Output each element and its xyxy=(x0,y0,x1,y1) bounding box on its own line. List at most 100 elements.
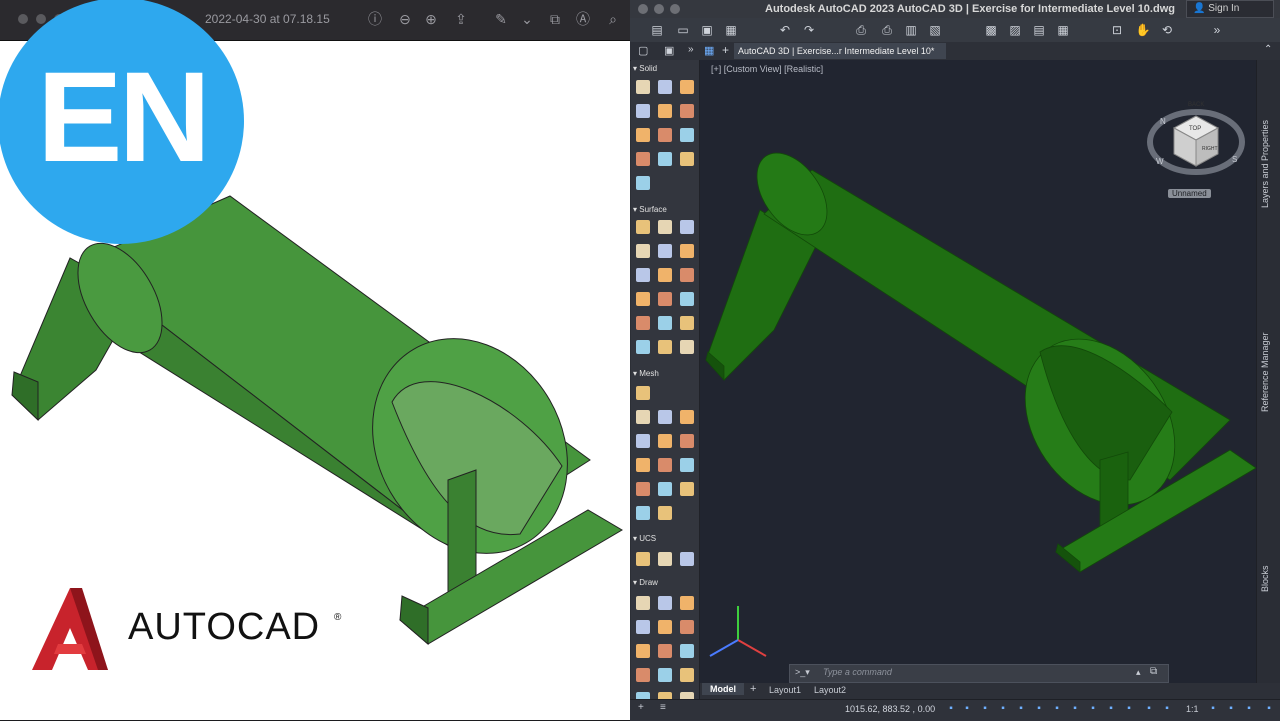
status-toggle-icon[interactable]: ▪ xyxy=(996,702,1010,716)
status-toggle-icon[interactable]: ▪ xyxy=(1068,702,1082,716)
zoom-out-icon[interactable]: ⊖ xyxy=(396,10,414,28)
palette-tool-button[interactable] xyxy=(658,268,672,282)
status-toggle-icon[interactable]: ▪ xyxy=(1122,702,1136,716)
annotate-icon[interactable]: Ⓐ xyxy=(574,10,592,28)
document-tab[interactable]: AutoCAD 3D | Exercise...r Intermediate L… xyxy=(734,43,946,59)
palette-tool-button[interactable] xyxy=(636,552,650,566)
share-view-icon[interactable]: ▩ xyxy=(982,21,1000,39)
palette-tool-button[interactable] xyxy=(680,244,694,258)
minimize-window-button[interactable] xyxy=(36,14,46,24)
palette-tool-button[interactable] xyxy=(636,80,650,94)
palette-section-surface[interactable]: ▾ Surface xyxy=(633,204,697,216)
viewcube-top-label[interactable]: TOP xyxy=(1189,126,1201,132)
viewcube-right-label[interactable]: RIGHT xyxy=(1202,146,1218,152)
palette-tool-button[interactable] xyxy=(636,340,650,354)
palette-tool-button[interactable] xyxy=(658,152,672,166)
palette-tool-button[interactable] xyxy=(680,410,694,424)
palette-tool-button[interactable] xyxy=(658,220,672,234)
redo-icon[interactable]: ↷ xyxy=(800,21,818,39)
add-layout-icon[interactable]: + xyxy=(750,683,756,695)
blocks-panel-tab[interactable]: Blocks xyxy=(1260,565,1270,592)
status-toggle-icon[interactable]: ▪ xyxy=(1142,702,1156,716)
palette-tool-button[interactable] xyxy=(658,552,672,566)
viewcube-widget[interactable]: TOP BACK RIGHT N W S xyxy=(1144,90,1248,200)
status-toggle-icon[interactable]: ▪ xyxy=(1262,702,1276,716)
annotation-scale[interactable]: 1:1 xyxy=(1186,704,1199,714)
palette-tool-button[interactable] xyxy=(636,620,650,634)
palette-tool-button[interactable] xyxy=(636,292,650,306)
palette-tool-button[interactable] xyxy=(680,268,694,282)
save-as-icon[interactable]: ▦ xyxy=(722,21,740,39)
sheet-icon[interactable]: ▦ xyxy=(1054,21,1072,39)
status-toggle-icon[interactable]: ▪ xyxy=(1086,702,1100,716)
palette-tool-button[interactable] xyxy=(636,244,650,258)
palette-tool-button[interactable] xyxy=(658,482,672,496)
palette-tool-button[interactable] xyxy=(680,482,694,496)
command-history-icon[interactable]: ▴ xyxy=(1136,667,1141,678)
reference-manager-tab[interactable]: Reference Manager xyxy=(1260,332,1270,412)
share-icon[interactable]: ⇪ xyxy=(452,10,470,28)
palette-tool-button[interactable] xyxy=(680,104,694,118)
palette-section-solid[interactable]: ▾ Solid xyxy=(633,63,697,75)
palette-tool-button[interactable] xyxy=(636,176,650,190)
palette-section-ucs[interactable]: ▾ UCS xyxy=(633,533,697,545)
zoom-in-icon[interactable]: ⊕ xyxy=(422,10,440,28)
status-toggle-icon[interactable]: ▪ xyxy=(1160,702,1174,716)
compass-s-label[interactable]: S xyxy=(1232,155,1237,164)
palette-tool-button[interactable] xyxy=(636,668,650,682)
palette-tool-button[interactable] xyxy=(680,596,694,610)
expand-icon[interactable]: » xyxy=(688,44,694,55)
status-toggle-icon[interactable]: ▪ xyxy=(978,702,992,716)
palette-tool-button[interactable] xyxy=(680,668,694,682)
palette-tool-button[interactable] xyxy=(636,268,650,282)
status-toggle-icon[interactable]: ▪ xyxy=(1224,702,1238,716)
palette-tool-button[interactable] xyxy=(658,620,672,634)
status-toggle-icon[interactable]: ▪ xyxy=(1014,702,1028,716)
palette-toggle-icon[interactable]: ▣ xyxy=(664,44,674,57)
palette-tool-button[interactable] xyxy=(658,316,672,330)
palette-tool-button[interactable] xyxy=(680,316,694,330)
rotate-icon[interactable]: ⧉ xyxy=(546,10,564,28)
palette-tool-button[interactable] xyxy=(636,152,650,166)
palette-tool-button[interactable] xyxy=(658,668,672,682)
new-file-icon[interactable]: ▤ xyxy=(648,21,666,39)
batch-plot-icon[interactable]: ⎙ xyxy=(878,21,896,39)
status-toggle-icon[interactable]: ▪ xyxy=(1032,702,1046,716)
palette-tool-button[interactable] xyxy=(680,292,694,306)
palette-tool-button[interactable] xyxy=(680,620,694,634)
properties-icon[interactable]: ▧ xyxy=(926,21,944,39)
palette-tool-button[interactable] xyxy=(680,644,694,658)
status-toggle-icon[interactable]: ▪ xyxy=(1104,702,1118,716)
palette-tool-button[interactable] xyxy=(680,128,694,142)
palette-tool-button[interactable] xyxy=(658,340,672,354)
palette-tool-button[interactable] xyxy=(636,104,650,118)
palette-tool-button[interactable] xyxy=(658,596,672,610)
palette-tool-button[interactable] xyxy=(658,506,672,520)
status-left-icon[interactable]: + xyxy=(638,702,644,713)
palette-tool-button[interactable] xyxy=(658,80,672,94)
palette-tool-button[interactable] xyxy=(658,644,672,658)
close-window-button[interactable] xyxy=(18,14,28,24)
compass-n-label[interactable]: N xyxy=(1160,117,1166,126)
acad-minimize-button[interactable] xyxy=(654,4,664,14)
undo-icon[interactable]: ↶ xyxy=(776,21,794,39)
save-icon[interactable]: ▣ xyxy=(698,21,716,39)
palette-tool-button[interactable] xyxy=(636,434,650,448)
status-toggle-icon[interactable]: ▪ xyxy=(1242,702,1256,716)
tab-overflow-icon[interactable]: ⌃ xyxy=(1264,44,1272,55)
viewcube-back-label[interactable]: BACK xyxy=(1188,102,1204,108)
palette-tool-button[interactable] xyxy=(658,410,672,424)
grid-view-icon[interactable]: ▦ xyxy=(704,44,714,57)
palette-tool-button[interactable] xyxy=(636,220,650,234)
acad-close-button[interactable] xyxy=(638,4,648,14)
tab-model[interactable]: Model xyxy=(702,683,744,695)
palette-tool-button[interactable] xyxy=(636,596,650,610)
command-prompt-icon[interactable]: >_▾ xyxy=(795,667,810,678)
palette-tool-button[interactable] xyxy=(636,316,650,330)
palette-tool-button[interactable] xyxy=(658,128,672,142)
status-toggle-icon[interactable]: ▪ xyxy=(1050,702,1064,716)
palette-tool-button[interactable] xyxy=(680,458,694,472)
palette-tool-button[interactable] xyxy=(636,482,650,496)
sign-in-button[interactable]: 👤 Sign In xyxy=(1186,0,1274,18)
command-input[interactable]: Type a command xyxy=(823,667,892,677)
